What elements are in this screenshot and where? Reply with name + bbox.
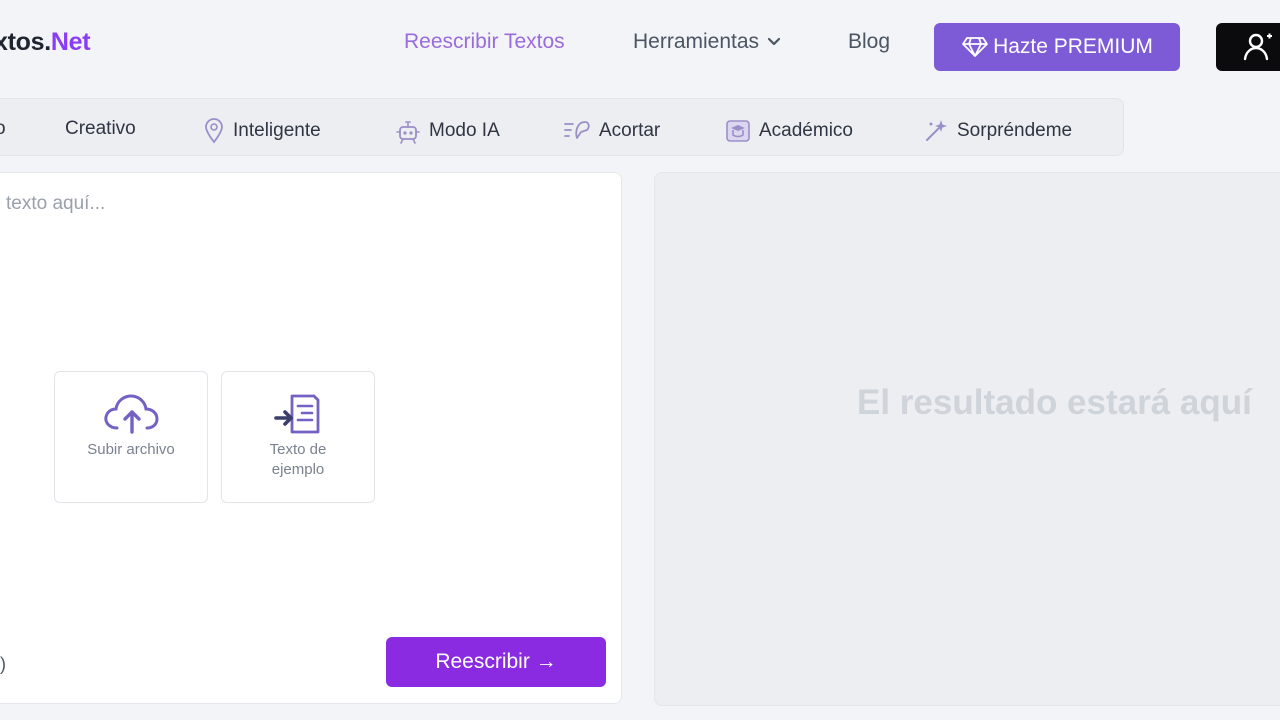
mode-tab-academic[interactable]: Académico [725,118,853,144]
mode-tab-creative[interactable]: Creativo [65,118,136,140]
shorten-icon [564,121,590,139]
chevron-down-icon [767,37,781,46]
mode-tab-ai-mode[interactable]: Modo IA [395,118,500,144]
user-account-button[interactable] [1216,23,1280,71]
mode-tab-surprise-label: Sorpréndeme [957,120,1073,141]
nav-tools-label: Herramientas [633,30,760,53]
mode-tab-partial[interactable]: o [0,118,6,140]
location-pin-icon [205,118,223,144]
site-logo[interactable]: xtos.Net [0,28,91,57]
nav-link-rewrite-texts[interactable]: Reescribir Textos [404,30,565,54]
premium-button[interactable]: Hazte PREMIUM [934,23,1180,71]
robot-icon [396,121,420,144]
mode-tab-academic-label: Académico [759,120,853,141]
output-panel: El resultado estará aquí [654,172,1280,706]
sample-text-button[interactable]: Texto de ejemplo [221,371,375,503]
mode-tab-creative-label: Creativo [65,118,136,139]
mode-tab-intelligent-label: Inteligente [233,120,321,141]
source-text-input[interactable] [0,173,581,343]
logo-text-net: Net [50,28,91,56]
nav-dropdown-tools[interactable]: Herramientas [633,30,781,54]
mode-tab-intelligent[interactable]: Inteligente [203,118,321,144]
mode-tab-surprise[interactable]: Sorpréndeme [923,118,1072,144]
input-panel: Subir archivo Texto de ejemplo s) Reescr… [0,172,622,704]
character-count: s) [0,654,6,674]
top-header: xtos.Net Reescribir Textos Herramientas … [0,0,1280,92]
user-icon [1243,33,1272,61]
cloud-upload-icon [104,394,159,434]
output-placeholder-text: El resultado estará aquí [857,383,1252,422]
nav-link-blog[interactable]: Blog [848,30,890,54]
academic-icon [726,120,750,142]
document-import-icon [274,394,320,434]
mode-tab-ai-mode-label: Modo IA [429,120,500,141]
upload-file-label: Subir archivo [87,441,175,458]
diamond-icon [962,37,988,57]
logo-text-main: xtos. [0,28,51,56]
premium-button-label: Hazte PREMIUM [993,35,1153,58]
mode-tab-shorten[interactable]: Acortar [563,118,660,144]
mode-tab-shorten-label: Acortar [599,120,661,141]
sample-text-label: Texto de ejemplo [269,441,327,478]
rewrite-button[interactable]: Reescribir → [386,637,606,687]
mode-tab-partial-label: o [0,118,6,139]
rewrite-mode-bar: o Creativo Inteligente Modo IA Acortar A [0,98,1124,156]
upload-file-button[interactable]: Subir archivo [54,371,208,503]
sparkle-wand-icon [926,120,947,141]
